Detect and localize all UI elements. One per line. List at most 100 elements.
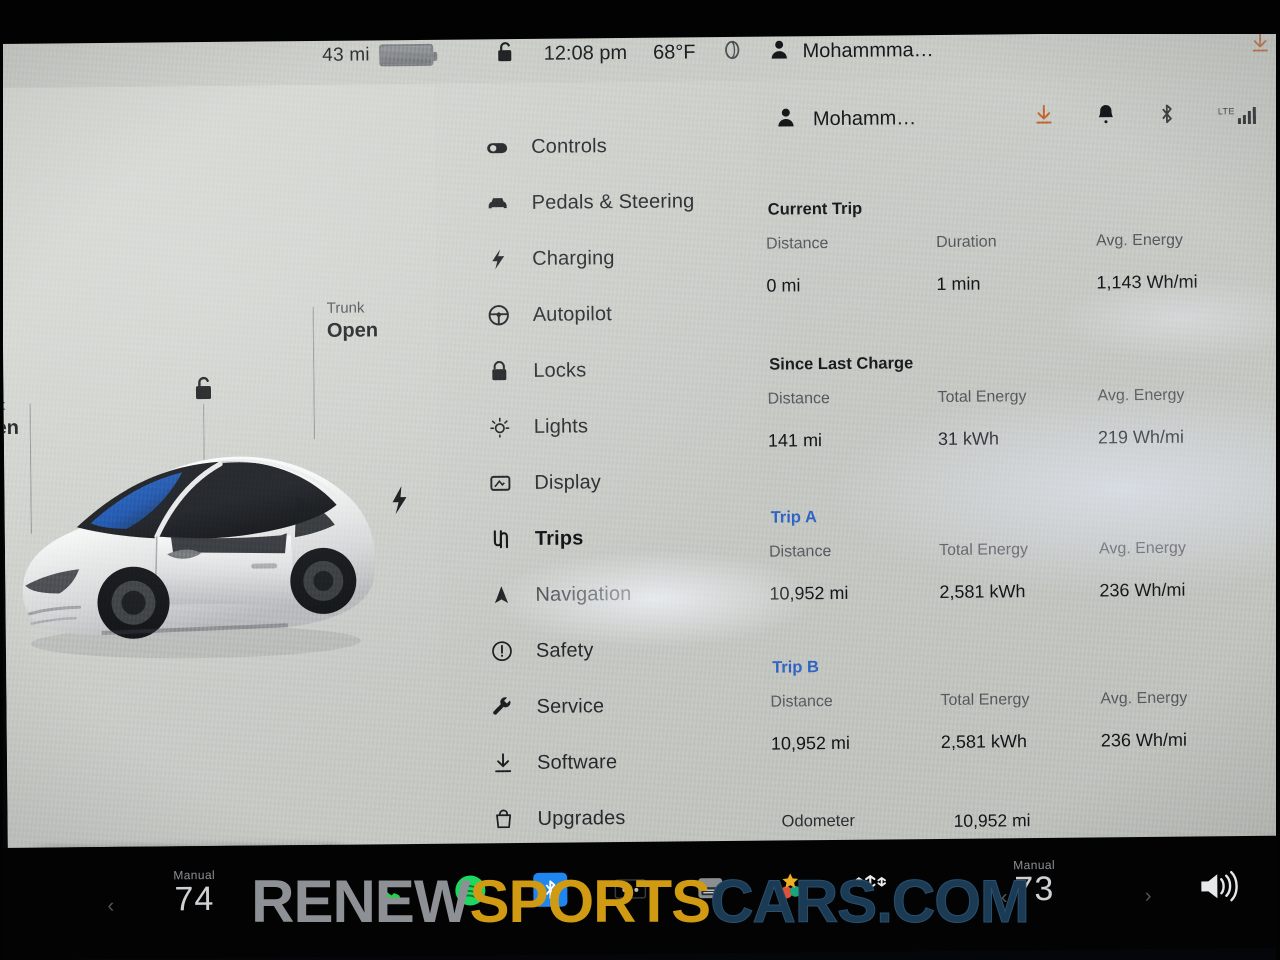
climate-fan-icon[interactable] [721, 37, 743, 66]
status-bar-center: 12:08 pm 68°F [496, 37, 744, 68]
phone-icon[interactable] [371, 872, 409, 910]
sidebar-item-label: Trips [534, 526, 584, 550]
cell-value: 236 Wh/mi [1099, 579, 1186, 601]
column-header: Avg. Energy [1098, 539, 1186, 558]
passenger-climate-control[interactable]: Manual 73 [979, 858, 1089, 909]
sidebar-item-safety[interactable]: Safety [440, 621, 763, 680]
seat-heater-icon[interactable] [851, 867, 889, 905]
speaker-volume-icon[interactable] [1195, 866, 1241, 911]
cell-value: 0 mi [766, 275, 801, 296]
sidebar-item-charging[interactable]: Charging [436, 229, 759, 288]
download-icon [491, 751, 515, 775]
sidebar-item-label: Lights [533, 414, 589, 438]
section-title: Since Last Charge [769, 354, 914, 374]
cell-value: 10,952 mi [769, 582, 849, 604]
bluetooth-icon[interactable] [1158, 101, 1176, 130]
odometer-label: Odometer [781, 811, 856, 831]
download-icon[interactable] [1250, 32, 1270, 59]
range-readout: 43 mi [322, 44, 370, 66]
status-bar-left: 43 mi [322, 43, 434, 67]
sidebar-item-lights[interactable]: Lights [438, 397, 761, 456]
sidebar-item-pedals-steering[interactable]: Pedals & Steering [435, 173, 758, 232]
cell-value: 10,952 mi [770, 732, 851, 754]
column-header: Distance [770, 693, 833, 711]
sidebar-item-trips[interactable]: Trips [439, 509, 762, 568]
sidebar-item-label: Upgrades [537, 806, 626, 830]
steering-wheel-icon [487, 303, 511, 327]
sidebar-item-controls[interactable]: Controls [435, 117, 758, 176]
toggle-switch-icon [485, 135, 509, 159]
cell-value: 2,581 kWh [939, 581, 1026, 603]
more-dots-icon[interactable] [611, 870, 649, 908]
tesla-touchscreen-photo: 43 mi 12:08 pm 68°F Mohammma… Open Trunk… [0, 0, 1280, 960]
trip-b-reset-link[interactable]: Trip B [772, 654, 1280, 678]
unlocked-padlock-icon[interactable] [496, 40, 518, 69]
sidebar-item-software[interactable]: Software [441, 733, 764, 792]
media-player-icon[interactable] [691, 869, 729, 907]
section-trip-b: Trip B Distance Total Energy Avg. Energy… [770, 654, 1280, 755]
sidebar-item-navigation[interactable]: Navigation [439, 565, 762, 624]
driver-profile-button[interactable]: Mohammma… [769, 37, 934, 66]
column-header: Distance [767, 390, 830, 408]
sidebar-item-upgrades[interactable]: Upgrades [441, 789, 764, 848]
padlock-icon [487, 359, 511, 383]
trip-a-reset-link[interactable]: Trip A [771, 504, 1280, 528]
shopping-bag-icon [491, 807, 515, 831]
sidebar-item-label: Navigation [535, 582, 632, 606]
chevron-left-icon[interactable]: ‹ [1001, 886, 1008, 909]
download-icon[interactable] [1034, 103, 1054, 130]
sidebar-item-label: Service [536, 694, 605, 718]
section-trip-a: Trip A Distance Total Energy Avg. Energy… [769, 504, 1280, 605]
column-header: Avg. Energy [1100, 689, 1188, 708]
screen-bezel-left [0, 0, 3, 960]
sidebar-item-autopilot[interactable]: Autopilot [436, 285, 759, 344]
vehicle-visualization-pane: Trunk Open Trunk Open [0, 83, 442, 858]
app-launcher-row [371, 867, 889, 910]
sidebar-item-label: Software [536, 750, 618, 774]
sidebar-item-label: Pedals & Steering [531, 189, 695, 214]
passenger-temperature: 73 [1014, 869, 1055, 909]
chevron-right-icon[interactable]: › [1145, 885, 1152, 908]
sidebar-item-display[interactable]: Display [438, 453, 761, 512]
tesla-screen: 43 mi 12:08 pm 68°F Mohammma… Open Trunk… [0, 17, 1280, 858]
outside-temperature: 68°F [652, 40, 696, 64]
bottom-control-bar: Manual 74 ‹ › Manual 73 ‹ › [0, 835, 1280, 960]
section-grid: Distance Total Energy Avg. Energy 141 mi… [767, 386, 1280, 452]
section-grid: Distance Total Energy Avg. Energy 10,952… [769, 539, 1280, 605]
column-header: Avg. Energy [1095, 231, 1184, 250]
profile-button[interactable]: Mohamm… [775, 105, 917, 133]
screen-bezel-right [1276, 0, 1280, 960]
sidebar-item-label: Controls [531, 134, 607, 158]
cell-value: 2,581 kWh [940, 731, 1028, 753]
cell-value: 1,143 Wh/mi [1096, 271, 1198, 293]
sidebar-item-label: Safety [535, 638, 594, 662]
headlight-icon [488, 415, 512, 439]
lte-label: LTE [1217, 106, 1235, 117]
trips-detail-panel: Mohamm… LTE Current Trip Distance Durati… [756, 75, 1280, 851]
detail-header: Mohamm… LTE [757, 76, 1280, 159]
section-grid: Distance Total Energy Avg. Energy 10,952… [770, 689, 1280, 755]
arcade-games-icon[interactable] [771, 868, 809, 906]
sidebar-item-locks[interactable]: Locks [437, 341, 760, 400]
bluetooth-audio-icon[interactable] [531, 871, 569, 909]
profile-name: Mohammma… [802, 38, 934, 62]
spotify-icon[interactable] [451, 871, 489, 909]
bell-icon[interactable] [1096, 102, 1116, 131]
chevron-right-icon[interactable]: › [257, 893, 264, 916]
car-front-icon [486, 191, 510, 215]
settings-menu: Controls Pedals & Steering Charging Auto… [434, 80, 764, 854]
navigation-arrow-icon [489, 583, 513, 607]
trunk-status: Open [326, 318, 379, 342]
battery-icon [379, 43, 434, 67]
driver-climate-control[interactable]: Manual 74 [139, 868, 249, 919]
clock[interactable]: 12:08 pm [544, 41, 628, 65]
column-header: Total Energy [937, 388, 1027, 407]
column-header: Distance [768, 543, 832, 561]
tesla-model-3-render[interactable] [3, 384, 406, 688]
sidebar-item-label: Autopilot [532, 302, 613, 326]
sidebar-item-label: Locks [533, 358, 587, 382]
section-grid: Distance Duration Avg. Energy 0 mi 1 min… [766, 231, 1280, 297]
chevron-left-icon[interactable]: ‹ [107, 895, 114, 918]
sidebar-item-label: Charging [532, 246, 615, 270]
sidebar-item-service[interactable]: Service [440, 677, 763, 736]
